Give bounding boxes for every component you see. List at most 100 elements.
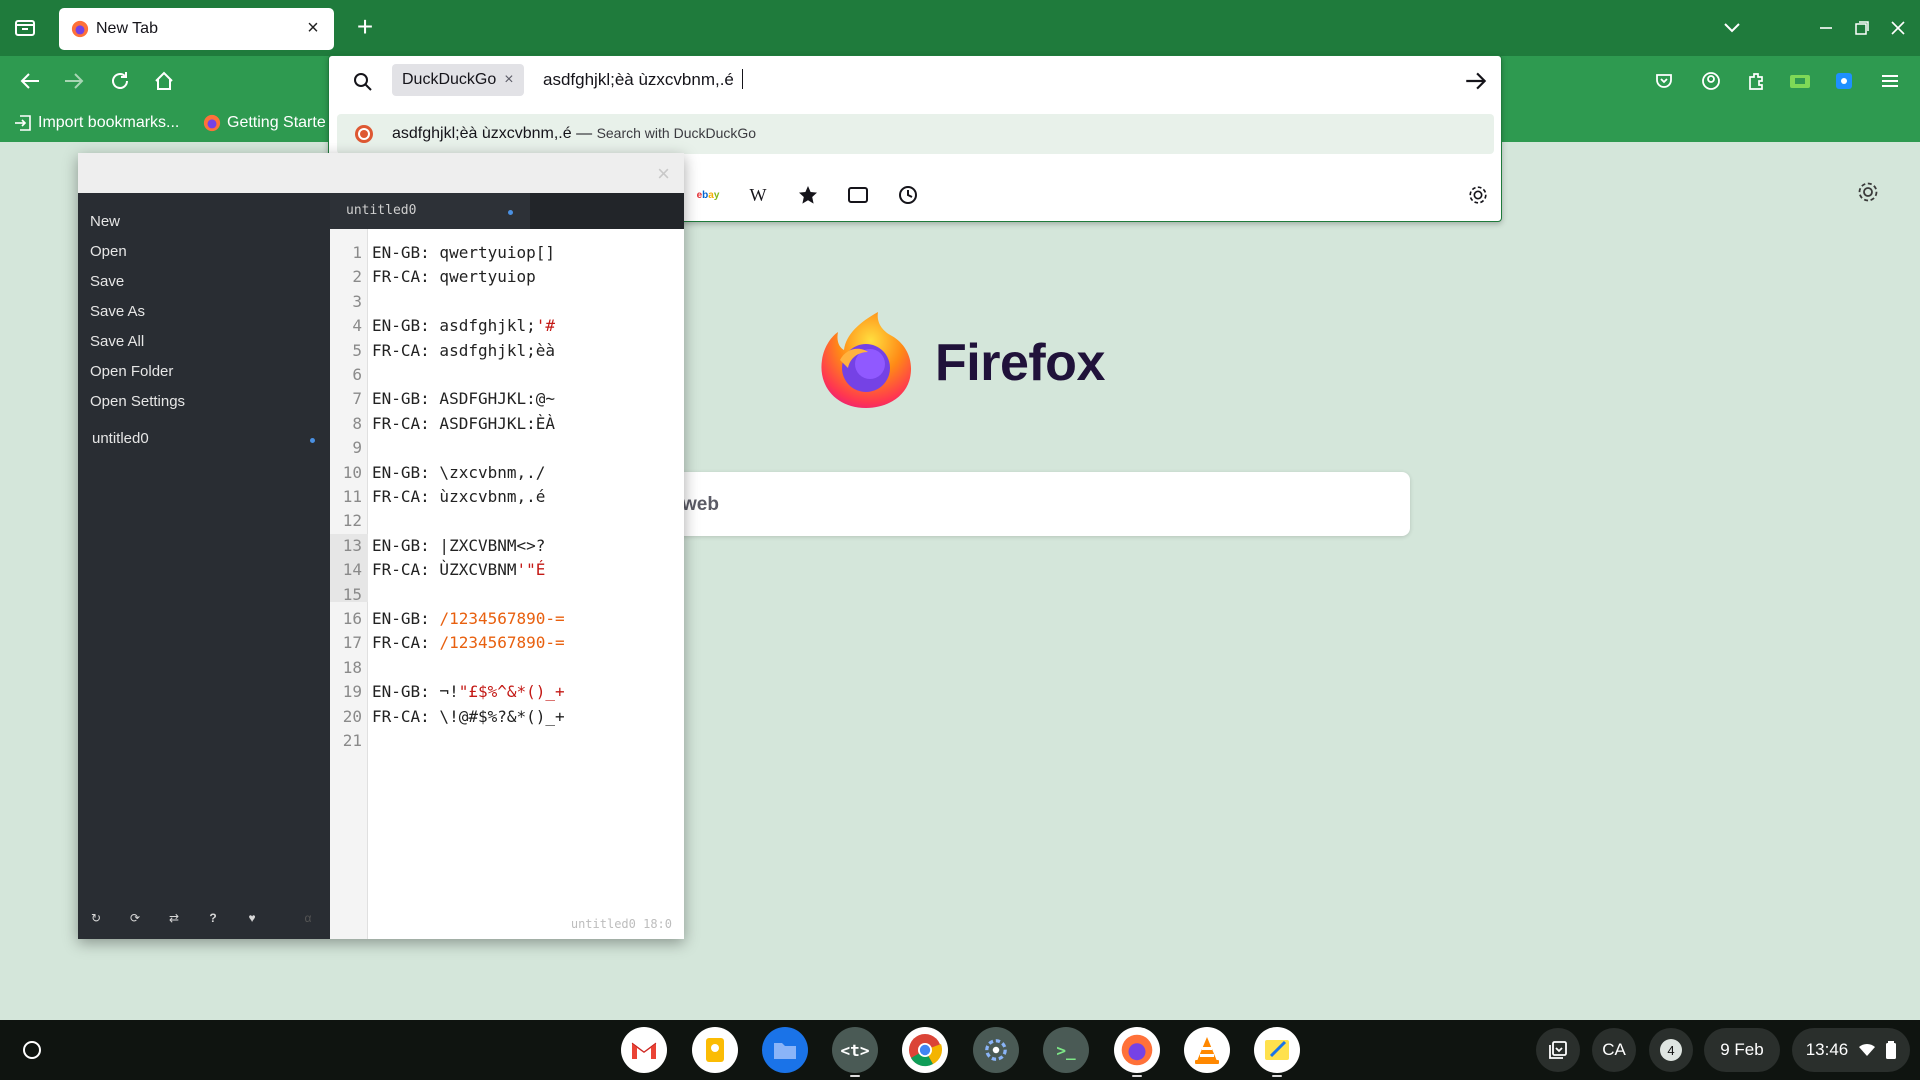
code-token: FR-CA: qwertyuiop [372, 267, 536, 287]
bookmarks-icon[interactable] [795, 182, 821, 208]
menu-open[interactable]: Open [90, 243, 127, 260]
menu-open-settings[interactable]: Open Settings [90, 393, 185, 410]
files-icon[interactable] [762, 1027, 808, 1073]
editor-titlebar[interactable]: × [78, 153, 684, 193]
newtab-search-box[interactable]: web [560, 472, 1410, 536]
editor-sidebar: New Open Save Save As Save All Open Fold… [78, 193, 330, 939]
code-token: FR-CA: ÙZXCVBNM [372, 560, 517, 580]
remove-engine-icon[interactable]: × [504, 71, 513, 89]
status-tray[interactable]: 13:46 [1792, 1028, 1910, 1072]
unsaved-dot [310, 438, 315, 443]
line-number: 1 [352, 243, 362, 262]
settings-icon[interactable] [973, 1027, 1019, 1073]
app-menu-icon[interactable] [1876, 67, 1904, 95]
code-token: /1234567890-= [439, 609, 565, 628]
bookmark-getting-started[interactable]: Getting Starte [203, 114, 326, 132]
menu-new[interactable]: New [90, 213, 120, 230]
back-icon[interactable] [16, 67, 44, 95]
editor-tab[interactable]: untitled0 [330, 193, 530, 229]
new-tab-icon[interactable]: + [350, 13, 380, 43]
editor-close-icon[interactable]: × [657, 161, 670, 187]
line-content: EN-GB: ¬!"£$%^&*()_+ [372, 680, 565, 704]
refresh-icon[interactable]: ↻ [88, 910, 104, 926]
newtab-settings-icon[interactable] [1856, 180, 1884, 208]
search-suggestion[interactable]: asdfghjkl;èà ùzxcvbnm,.é — Search with D… [337, 114, 1494, 154]
ebay-icon[interactable]: ebay [695, 182, 721, 208]
home-icon[interactable] [150, 67, 178, 95]
tab-list-icon[interactable] [12, 14, 38, 40]
forward-icon[interactable] [60, 67, 88, 95]
notes-icon[interactable] [1254, 1027, 1300, 1073]
file-list-item[interactable]: untitled0 [92, 430, 149, 447]
repeat-icon[interactable]: ⇄ [166, 910, 182, 926]
line-number: 21 [342, 731, 362, 750]
line-content: FR-CA: ASDFGHJKL:ÈÀ [372, 412, 555, 436]
running-indicator [1272, 1075, 1282, 1077]
extension-green-icon[interactable] [1786, 67, 1814, 95]
gmail-icon[interactable] [621, 1027, 667, 1073]
firefox-favicon-icon [203, 114, 221, 132]
line-content: EN-GB: \zxcvbnm,./ [372, 461, 545, 485]
notification-counter[interactable]: 4 [1649, 1028, 1693, 1072]
tab-title: New Tab [96, 20, 158, 37]
bookmark-import[interactable]: Import bookmarks... [14, 114, 179, 132]
battery-icon [1886, 1041, 1897, 1059]
history-icon[interactable] [895, 182, 921, 208]
pocket-icon[interactable] [1650, 67, 1678, 95]
line-number: 20 [342, 706, 362, 726]
menu-save[interactable]: Save [90, 273, 124, 290]
time-label: 13:46 [1805, 1040, 1849, 1059]
menu-save-all[interactable]: Save All [90, 333, 144, 350]
holding-space-icon[interactable] [1536, 1028, 1580, 1072]
code-editor[interactable]: untitled0 18:0 1 EN-GB: qwertyuiop[] 2 FR-C… [330, 229, 684, 939]
extension-blue-icon[interactable] [1830, 67, 1858, 95]
url-input-value: asdfghjkl;èà ùzxcvbnm,.é [543, 70, 734, 89]
firefox-logo-icon [821, 312, 912, 408]
terminal-icon[interactable]: >_ [1043, 1027, 1089, 1073]
minimize-icon[interactable] [1812, 14, 1840, 42]
close-window-icon[interactable] [1884, 14, 1912, 42]
menu-save-as[interactable]: Save As [90, 303, 145, 320]
line-number: 4 [352, 316, 362, 336]
firefox-icon[interactable] [1114, 1027, 1160, 1073]
line-content: EN-GB: /1234567890-= [372, 607, 565, 631]
search-engine-chip[interactable]: DuckDuckGo × [392, 64, 524, 96]
bookmark-label: Import bookmarks... [38, 114, 180, 131]
suggestion-action: Search with DuckDuckGo [596, 125, 757, 141]
line-content: EN-GB: qwertyuiop[] [372, 241, 555, 265]
line-content: FR-CA: ùzxcvbnm,.é [372, 485, 545, 509]
go-arrow-icon[interactable] [1463, 68, 1489, 94]
text-editor-icon[interactable]: <t> [832, 1027, 878, 1073]
wikipedia-icon[interactable]: W [745, 182, 771, 208]
date-tray[interactable]: 9 Feb [1704, 1028, 1780, 1072]
chrome-icon[interactable] [902, 1027, 948, 1073]
search-settings-icon[interactable] [1465, 182, 1491, 208]
url-input[interactable]: asdfghjkl;èà ùzxcvbnm,.é [543, 69, 743, 90]
wifi-icon [1859, 1043, 1876, 1056]
account-icon[interactable] [1697, 67, 1725, 95]
menu-open-folder[interactable]: Open Folder [90, 363, 173, 380]
unsaved-dot [508, 210, 513, 215]
reload-icon[interactable] [106, 67, 134, 95]
extensions-icon[interactable] [1742, 67, 1770, 95]
sync-icon[interactable]: ⟳ [127, 910, 143, 926]
input-method-indicator[interactable]: CA [1592, 1028, 1636, 1072]
code-token: EN-GB: ¬! [372, 682, 459, 702]
line-number: 15 [342, 584, 362, 604]
help-icon[interactable]: ? [205, 910, 221, 926]
code-token: EN-GB: [372, 609, 440, 628]
list-all-tabs-icon[interactable] [1718, 14, 1746, 42]
bookmark-label: Getting Starte [227, 114, 326, 131]
tabs-icon[interactable] [845, 182, 871, 208]
heart-icon[interactable]: ♥ [244, 910, 260, 926]
restore-icon[interactable] [1848, 14, 1876, 42]
launcher-icon[interactable] [14, 1032, 50, 1068]
line-number: 17 [342, 633, 362, 653]
firefox-wordmark: Firefox [935, 334, 1105, 392]
tab-new-tab[interactable]: New Tab × [59, 8, 334, 50]
line-number: 18 [342, 657, 362, 677]
keep-icon[interactable] [692, 1027, 738, 1073]
line-content: EN-GB: |ZXCVBNM<>? [372, 534, 545, 558]
vlc-icon[interactable] [1184, 1027, 1230, 1073]
close-tab-icon[interactable]: × [302, 17, 324, 39]
